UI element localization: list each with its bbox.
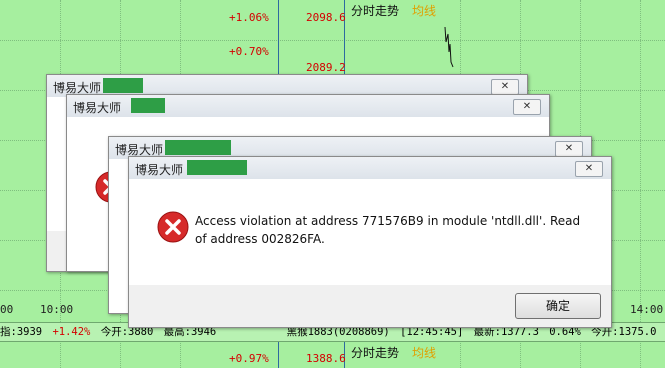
price-label: 2089.2 (306, 61, 346, 74)
status-item: 指:3939 (0, 326, 43, 338)
grid-line (0, 40, 665, 41)
dialog-titlebar[interactable]: 博易大师 ✕ (67, 95, 549, 117)
redaction-box (165, 140, 231, 155)
dialog-title: 博易大师 (135, 163, 184, 177)
redaction-box (187, 160, 247, 175)
close-button[interactable]: ✕ (555, 141, 583, 157)
error-dialog-front: 博易大师 ✕ Access violation at address 77157… (128, 156, 612, 328)
close-button[interactable]: ✕ (575, 161, 603, 177)
avg-line-label: 均线 (412, 4, 437, 18)
error-message-line: of address 002826FA. (195, 232, 325, 246)
status-item: +1.42% (52, 326, 91, 338)
fenshi-label: 分时走势 (351, 4, 400, 18)
redaction-box (131, 98, 165, 113)
avg-line-label: 均线 (412, 346, 437, 360)
fenshi-label: 分时走势 (351, 346, 400, 360)
close-button[interactable]: ✕ (491, 79, 519, 95)
error-message-line: Access violation at address 771576B9 in … (195, 214, 581, 228)
dialog-titlebar[interactable]: 博易大师 ✕ (129, 157, 611, 179)
dialog-title: 博易大师 (73, 101, 122, 115)
price-line (444, 26, 454, 68)
redaction-box (103, 78, 143, 93)
time-label: 10:00 (40, 303, 74, 316)
pct-label: +0.70% (229, 45, 269, 58)
time-label: 14:00 (630, 303, 664, 316)
error-message: Access violation at address 771576B9 in … (195, 212, 585, 248)
price-label: 1388.6 (306, 352, 346, 365)
dialog-body: Access violation at address 771576B9 in … (129, 179, 611, 285)
time-label: 00 (0, 303, 14, 316)
ok-button[interactable]: 确定 (515, 293, 601, 319)
price-label: 2098.6 (306, 11, 346, 24)
close-button[interactable]: ✕ (513, 99, 541, 115)
dialog-footer: 确定 (129, 285, 611, 327)
pct-label: +0.97% (229, 352, 269, 365)
error-icon (157, 211, 189, 243)
pct-label: +1.06% (229, 11, 269, 24)
